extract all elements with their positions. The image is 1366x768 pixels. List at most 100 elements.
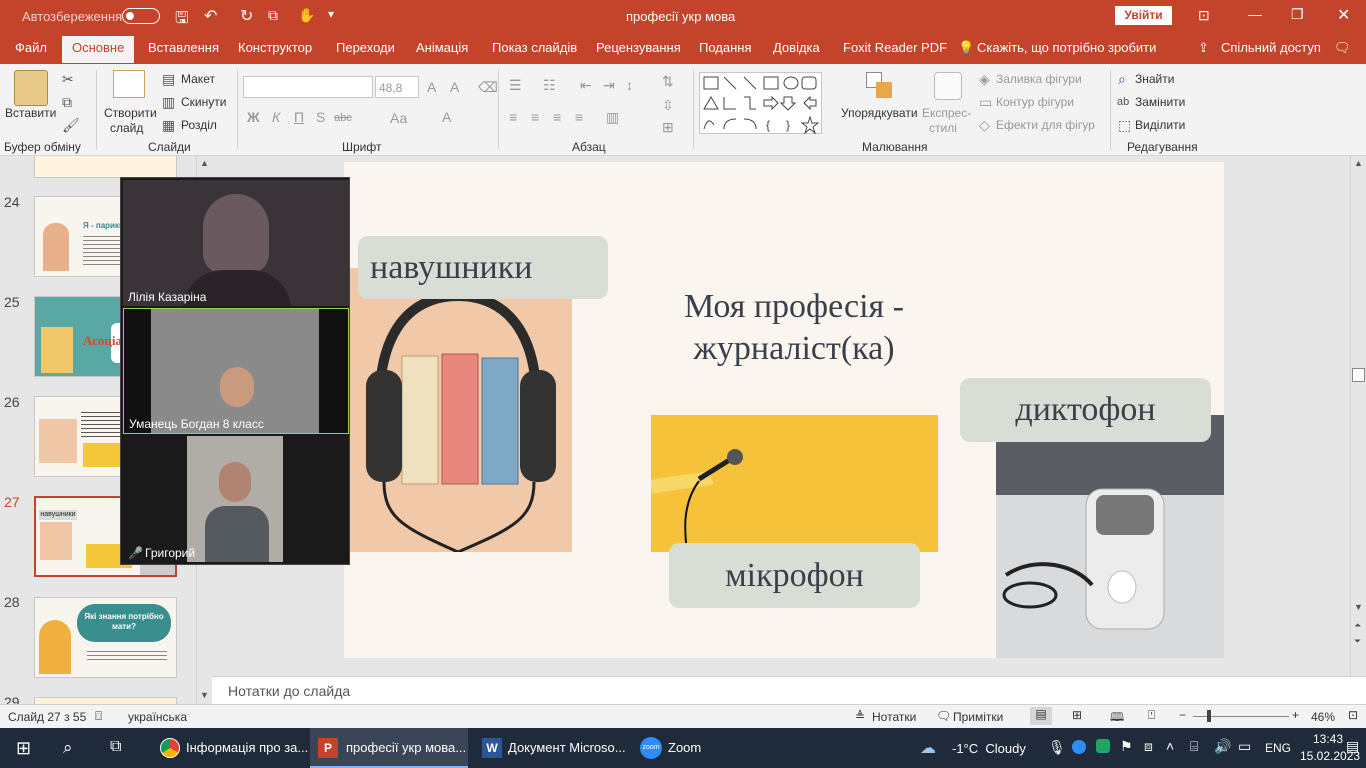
decrease-indent-icon[interactable]: ⇤ <box>580 78 592 92</box>
label-recorder[interactable]: диктофон <box>960 378 1211 442</box>
tab-insert[interactable]: Вставлення <box>148 40 219 55</box>
tray-window-icon[interactable]: ⧈ <box>1144 738 1153 755</box>
tab-review[interactable]: Рецензування <box>596 40 681 55</box>
scroll-thumb[interactable] <box>1352 368 1365 382</box>
undo-icon[interactable]: ↶ <box>204 6 217 26</box>
replace-button[interactable]: Замінити <box>1135 95 1185 109</box>
tab-slideshow[interactable]: Показ слайдів <box>492 40 577 55</box>
tab-foxit[interactable]: Foxit Reader PDF <box>843 40 947 55</box>
arrange-button[interactable]: Упорядкувати <box>841 106 918 120</box>
align-center-icon[interactable]: ≡ <box>531 110 539 124</box>
text-direction-icon[interactable]: ⇅ <box>662 74 674 88</box>
taskbar-app-zoom[interactable]: zoom Zoom <box>636 728 716 768</box>
bold-button[interactable]: Ж <box>247 110 260 124</box>
notifications-icon[interactable]: ▤ <box>1346 738 1359 755</box>
restore-icon[interactable]: ❐ <box>1291 6 1304 23</box>
microphone-tray-icon[interactable]: 🎙 <box>1048 739 1066 756</box>
slideshow-view-icon[interactable]: ⍞ <box>1148 708 1155 723</box>
label-headphones[interactable]: навушники <box>358 236 608 299</box>
tell-me-search[interactable]: Скажіть, що потрібно зробити <box>977 40 1156 55</box>
share-button[interactable]: Спільний доступ <box>1221 40 1321 55</box>
app-tray-icon[interactable] <box>1096 739 1110 753</box>
paste-button[interactable]: Вставити <box>5 106 56 120</box>
signin-button[interactable]: Увійти <box>1115 6 1172 25</box>
windows-start-icon[interactable]: ⊞ <box>16 738 31 759</box>
task-view-icon[interactable]: ⧉ <box>110 738 121 756</box>
next-slide-icon[interactable]: ⏷ <box>1354 636 1361 647</box>
video-tile[interactable]: Лілія Казаріна <box>123 180 349 306</box>
find-button[interactable]: Знайти <box>1135 72 1174 86</box>
tray-flag-icon[interactable]: ⚑ <box>1120 738 1133 755</box>
notes-pane[interactable]: Нотатки до слайда <box>212 676 1366 704</box>
shape-effects-button[interactable]: Ефекти для фігур <box>996 118 1095 132</box>
font-name-input[interactable] <box>243 76 373 98</box>
slide-thumbnail-29[interactable] <box>34 697 177 704</box>
clock-time[interactable]: 13:43 <box>1313 732 1343 746</box>
increase-indent-icon[interactable]: ⇥ <box>603 78 615 92</box>
slide-title[interactable]: Моя професія - журналіст(ка) <box>644 286 944 370</box>
save-icon[interactable]: 🖫 <box>175 7 189 34</box>
font-size-input[interactable]: 48,8 <box>375 76 419 98</box>
input-language[interactable]: ENG <box>1265 741 1291 755</box>
section-button[interactable]: Розділ <box>181 118 217 132</box>
normal-view-icon[interactable]: ▤ <box>1030 707 1052 725</box>
notes-toggle[interactable]: Нотатки <box>872 710 916 724</box>
shapes-gallery[interactable]: { } <box>699 72 835 135</box>
arrange-icon[interactable] <box>866 72 894 100</box>
numbering-icon[interactable]: ☷ <box>543 78 556 92</box>
zoom-out-icon[interactable]: − <box>1179 708 1186 722</box>
cut-icon[interactable]: ✂ <box>62 72 74 86</box>
clear-format-icon[interactable]: ⌫ <box>478 80 498 94</box>
align-right-icon[interactable]: ≡ <box>553 110 561 124</box>
paste-icon[interactable] <box>14 70 48 106</box>
video-tile[interactable]: 🎤 Григорий <box>123 436 349 562</box>
shrink-font-icon[interactable]: A <box>450 80 459 94</box>
taskbar-app-word[interactable]: W Документ Microso... <box>474 728 632 768</box>
comments-toggle[interactable]: Примітки <box>953 710 1003 724</box>
scroll-up-icon[interactable]: ▲ <box>1354 158 1363 168</box>
scroll-down-icon[interactable]: ▼ <box>200 690 209 700</box>
zoom-slider-thumb[interactable] <box>1207 710 1211 722</box>
accessibility-icon[interactable]: ⌼ <box>95 709 102 724</box>
zoom-level[interactable]: 46% <box>1311 710 1335 724</box>
font-color-icon[interactable]: A <box>442 110 451 124</box>
tab-transitions[interactable]: Переходи <box>336 40 395 55</box>
weather-text[interactable]: -1°C Cloudy <box>952 741 1026 756</box>
present-icon[interactable]: ⧉ <box>268 7 278 24</box>
comments-icon[interactable]: 🗨 <box>1334 40 1351 56</box>
language-indicator[interactable]: українська <box>128 710 187 724</box>
taskbar-app-chrome[interactable]: Інформація про за... <box>152 728 308 768</box>
autosave-toggle[interactable] <box>122 8 160 24</box>
reset-button[interactable]: Скинути <box>181 95 226 109</box>
align-left-icon[interactable]: ≡ <box>509 110 517 124</box>
tab-animations[interactable]: Анімація <box>416 40 468 55</box>
change-case-button[interactable]: Аа <box>390 111 407 125</box>
shapes-gallery-scroll[interactable] <box>821 72 835 134</box>
editor-scrollbar[interactable]: ▲ ▼ ⏶ ⏷ <box>1350 156 1366 676</box>
scroll-up-icon[interactable]: ▲ <box>200 158 209 168</box>
layout-button[interactable]: Макет <box>181 72 215 86</box>
strikethrough-button[interactable]: abc <box>334 111 352 125</box>
grow-font-icon[interactable]: A <box>427 80 436 94</box>
redo-icon[interactable]: ↻ <box>240 6 253 26</box>
line-spacing-icon[interactable]: ↕ <box>626 78 633 92</box>
zoom-video-panel[interactable]: Лілія Казаріна Уманець Богдан 8 класс 🎤 … <box>120 177 350 565</box>
italic-button[interactable]: К <box>272 110 280 124</box>
format-painter-icon[interactable]: 🖌 <box>62 118 80 132</box>
slide-thumbnail-23[interactable] <box>34 156 177 178</box>
chevron-up-icon[interactable]: ˄ <box>1166 738 1174 754</box>
smartart-icon[interactable]: ⊞ <box>662 120 674 134</box>
minimize-icon[interactable]: — <box>1248 6 1262 22</box>
zoom-in-icon[interactable]: + <box>1292 708 1299 722</box>
reading-view-icon[interactable]: 🕮 <box>1110 708 1124 729</box>
new-slide-icon[interactable] <box>113 70 145 98</box>
shadow-button[interactable]: S <box>316 110 325 124</box>
volume-icon[interactable]: 🔊 <box>1214 738 1231 755</box>
prev-slide-icon[interactable]: ⏶ <box>1354 620 1361 631</box>
select-button[interactable]: Виділити <box>1135 118 1185 132</box>
quick-styles-button[interactable]: Експрес- <box>922 106 971 120</box>
network-icon[interactable]: ⌸ <box>1190 738 1198 755</box>
columns-icon[interactable]: ▥ <box>606 110 619 124</box>
touch-mode-icon[interactable]: ✋ <box>298 7 315 24</box>
tab-help[interactable]: Довідка <box>773 40 820 55</box>
